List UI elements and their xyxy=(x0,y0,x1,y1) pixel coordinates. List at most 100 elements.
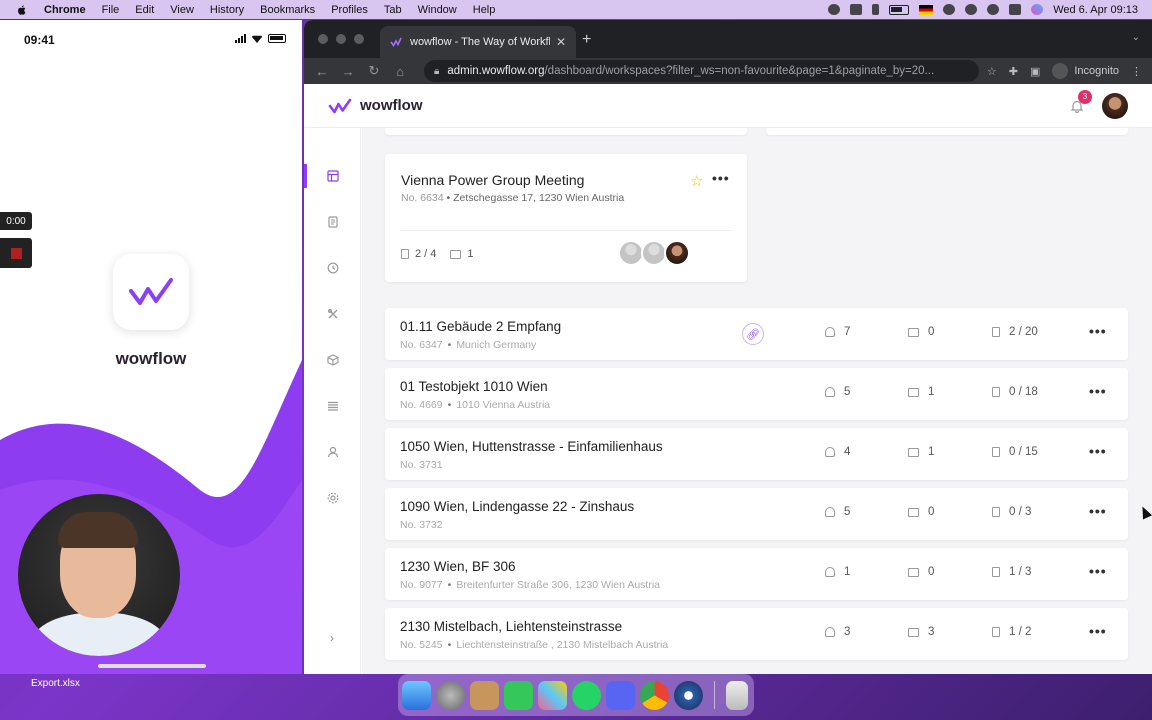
apple-icon[interactable] xyxy=(14,4,30,16)
control-center-icon[interactable] xyxy=(1009,4,1022,15)
wowflow-logo[interactable]: wowflow xyxy=(328,97,423,114)
workspace-row[interactable]: 1050 Wien, Huttenstrasse - Einfamilienha… xyxy=(385,428,1128,480)
forward-icon[interactable]: → xyxy=(340,64,356,79)
favorite-title[interactable]: Vienna Power Group Meeting xyxy=(401,172,584,188)
workspace-name[interactable]: 01.11 Gebäude 2 Empfang xyxy=(400,319,561,334)
menu-help[interactable]: Help xyxy=(473,4,496,16)
folder-icon xyxy=(908,567,919,577)
mac-menubar: Chrome File Edit View History Bookmarks … xyxy=(0,0,1152,19)
home-icon[interactable]: ⌂ xyxy=(392,64,408,79)
folders-value: 0 xyxy=(928,326,935,338)
tab-search-icon[interactable]: ⌄ xyxy=(1132,32,1140,43)
finder-icon[interactable] xyxy=(402,680,431,710)
window-controls[interactable] xyxy=(318,34,364,44)
sidebar-item-documents[interactable] xyxy=(304,207,361,237)
bookmark-star-icon[interactable]: ☆ xyxy=(987,65,997,78)
sidebar-item-dashboard[interactable] xyxy=(304,161,361,191)
gear-status-icon[interactable] xyxy=(828,4,841,15)
desktop-file-label[interactable]: Export.xlsx xyxy=(31,678,80,689)
whatsapp-icon[interactable] xyxy=(572,680,601,710)
notifications-bell-icon[interactable]: 3 xyxy=(1070,89,1092,113)
workspace-name[interactable]: 01 Testobjekt 1010 Wien xyxy=(400,379,548,394)
contacts-icon[interactable] xyxy=(470,680,499,710)
workspace-row[interactable]: 01.11 Gebäude 2 Empfang No. 6347 • Munich … xyxy=(385,308,1128,360)
user-icon xyxy=(825,507,835,517)
menubar-clock[interactable]: Wed 6. Apr 09:13 xyxy=(1053,4,1138,16)
workspace-name[interactable]: 1090 Wien, Lindengasse 22 - Zinshaus xyxy=(400,499,634,514)
sidebar-item-history[interactable] xyxy=(304,253,361,283)
workspace-number: No. 5245 xyxy=(400,639,443,651)
menu-app-name[interactable]: Chrome xyxy=(44,4,86,16)
phone-wifi-icon xyxy=(251,35,263,43)
menu-file[interactable]: File xyxy=(102,4,120,16)
menu-profiles[interactable]: Profiles xyxy=(331,4,368,16)
bluetooth-icon[interactable] xyxy=(872,4,880,15)
row-more-icon[interactable]: ••• xyxy=(1089,623,1107,639)
messages-icon[interactable] xyxy=(504,680,533,710)
workspace-row[interactable]: 2130 Mistelbach, Liehtensteinstrasse No.… xyxy=(385,608,1128,660)
expand-sidebar-chevron-icon[interactable]: › xyxy=(322,628,342,648)
menu-edit[interactable]: Edit xyxy=(135,4,154,16)
sidepanel-icon[interactable]: ▣ xyxy=(1030,65,1040,78)
webcam-overlay xyxy=(18,494,180,656)
menu-window[interactable]: Window xyxy=(418,4,457,16)
workspace-name[interactable]: 1050 Wien, Huttenstrasse - Einfamilienha… xyxy=(400,439,663,454)
menu-view[interactable]: View xyxy=(170,4,194,16)
lock-icon: 🔒︎ xyxy=(434,65,440,77)
quicktime-icon[interactable] xyxy=(674,680,703,710)
user-switch-icon[interactable] xyxy=(965,4,978,15)
row-more-icon[interactable]: ••• xyxy=(1089,323,1107,339)
menu-tab[interactable]: Tab xyxy=(384,4,402,16)
link-icon[interactable]: 🔗︎ xyxy=(742,323,764,345)
favorite-more-icon[interactable]: ••• xyxy=(712,170,730,186)
menu-bookmarks[interactable]: Bookmarks xyxy=(260,4,315,16)
member-avatars[interactable] xyxy=(618,240,690,266)
browser-tab[interactable]: wowflow - The Way of Workflow ✕ xyxy=(380,26,576,58)
chrome-icon[interactable] xyxy=(640,680,669,710)
user-icon xyxy=(825,627,835,637)
wifi-icon[interactable] xyxy=(943,4,956,15)
siri-icon[interactable] xyxy=(1031,4,1044,15)
workspace-row[interactable]: 01 Testobjekt 1010 Wien No. 4669 • 1010 Vi… xyxy=(385,368,1128,420)
grid-status-icon[interactable] xyxy=(850,4,863,15)
divider xyxy=(401,230,731,231)
url-field[interactable]: 🔒︎ admin.wowflow.org/dashboard/workspace… xyxy=(424,60,979,82)
reload-icon[interactable]: ↻ xyxy=(366,63,382,79)
documents-count: 0 / 3 xyxy=(992,506,1031,518)
documents-value: 1 / 3 xyxy=(1009,566,1032,578)
row-more-icon[interactable]: ••• xyxy=(1089,443,1107,459)
menu-history[interactable]: History xyxy=(210,4,244,16)
row-more-icon[interactable]: ••• xyxy=(1089,383,1107,399)
workspace-row[interactable]: 1230 Wien, BF 306 No. 9077 • Breitenfurter… xyxy=(385,548,1128,600)
app-header: wowflow 3 xyxy=(304,84,1152,128)
new-tab-button[interactable]: + xyxy=(582,31,591,49)
extensions-icon[interactable]: ✚ xyxy=(1009,65,1018,78)
sidebar-item-tools[interactable] xyxy=(304,299,361,329)
workspace-row[interactable]: 1090 Wien, Lindengasse 22 - Zinshaus No.… xyxy=(385,488,1128,540)
close-tab-icon[interactable]: ✕ xyxy=(556,35,566,49)
favorite-workspace-card[interactable]: Vienna Power Group Meeting No. 6634 • Ze… xyxy=(385,154,747,282)
sidebar-item-users[interactable] xyxy=(304,437,361,467)
favorite-star-icon[interactable]: ☆ xyxy=(690,172,703,190)
chrome-menu-icon[interactable]: ⋮ xyxy=(1131,65,1142,78)
trash-icon[interactable] xyxy=(726,680,748,710)
incognito-badge[interactable]: Incognito xyxy=(1052,63,1119,79)
system-preferences-icon[interactable] xyxy=(436,680,465,710)
stop-recording-button[interactable] xyxy=(0,238,32,268)
launchpad-icon[interactable] xyxy=(538,680,567,710)
workspace-name[interactable]: 2130 Mistelbach, Liehtensteinstrasse xyxy=(400,619,622,634)
battery-icon[interactable] xyxy=(889,4,910,15)
users-value: 4 xyxy=(844,446,851,458)
keyboard-flag-icon[interactable] xyxy=(919,4,934,15)
sidebar-item-list[interactable] xyxy=(304,391,361,421)
row-more-icon[interactable]: ••• xyxy=(1089,563,1107,579)
wowflow-logo-icon xyxy=(328,98,352,113)
discord-icon[interactable] xyxy=(606,680,635,710)
sidebar-item-objects[interactable] xyxy=(304,345,361,375)
user-avatar[interactable] xyxy=(1102,92,1128,119)
workspace-name[interactable]: 1230 Wien, BF 306 xyxy=(400,559,516,574)
row-more-icon[interactable]: ••• xyxy=(1089,503,1107,519)
back-icon[interactable]: ← xyxy=(314,64,330,79)
spotlight-icon[interactable] xyxy=(987,4,1000,15)
sidebar-item-settings[interactable] xyxy=(304,483,361,513)
